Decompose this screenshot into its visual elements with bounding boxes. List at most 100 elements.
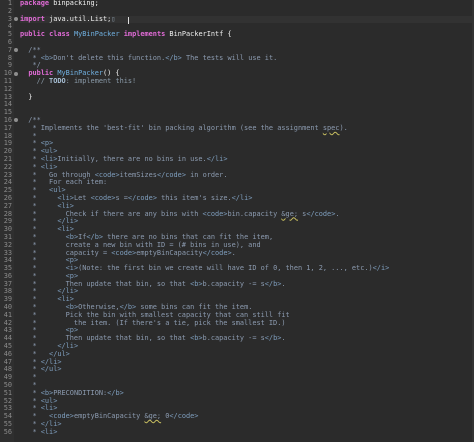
code-token: * bbox=[20, 162, 41, 171]
fold-marker-slot bbox=[14, 0, 18, 8]
code-token: BinPackerIntf bbox=[169, 30, 224, 39]
code-token: binpacking; bbox=[49, 0, 99, 7]
code-line[interactable]: } bbox=[20, 92, 474, 102]
code-area[interactable]: package binpacking; import java.util.List… bbox=[18, 0, 474, 442]
code-token: </b> bbox=[119, 303, 137, 312]
code-token: <b> bbox=[190, 334, 203, 343]
fold-toggle-icon[interactable] bbox=[14, 48, 18, 53]
code-line[interactable]: * <li>Initially, there are no bins in us… bbox=[20, 155, 474, 164]
code-token: in order. bbox=[185, 170, 228, 179]
fold-marker-slot bbox=[14, 148, 18, 156]
code-token: (Note: the first bin we create will have… bbox=[78, 264, 373, 273]
code-token: The tests will use it. bbox=[181, 53, 278, 62]
code-editor[interactable]: 1 2 3 4 5 6 7 8 9 10 11 12 13 14 15 16 17 18 19 20 21 22 23 24 2… bbox=[0, 0, 474, 442]
code-line[interactable]: * <code>emptyBinCapacity &ge; 0</code> bbox=[20, 412, 474, 421]
code-line[interactable]: * </li> bbox=[20, 420, 474, 429]
code-token: class bbox=[49, 30, 70, 39]
code-line[interactable]: * </ul> bbox=[20, 349, 474, 359]
code-line[interactable]: * bbox=[20, 132, 474, 141]
code-line[interactable] bbox=[20, 39, 474, 47]
code-line[interactable]: * <i>(Note: the first bin we create will… bbox=[20, 264, 474, 273]
code-token: MyBinPacker bbox=[73, 30, 120, 39]
code-line[interactable]: import java.util.List;▯ bbox=[20, 14, 474, 24]
code-token: * bbox=[20, 349, 50, 358]
code-token: </li> bbox=[57, 287, 79, 296]
code-line[interactable]: * For each item: bbox=[20, 178, 474, 187]
code-token: // bbox=[20, 76, 50, 85]
code-line[interactable] bbox=[20, 101, 474, 109]
code-token: /** bbox=[20, 45, 41, 54]
fold-marker-slot bbox=[14, 117, 18, 125]
code-token: <li> bbox=[57, 225, 74, 234]
code-line[interactable]: * </li> bbox=[20, 288, 474, 296]
code-token: * bbox=[20, 287, 58, 296]
code-token: * bbox=[20, 186, 50, 195]
code-token: <code> bbox=[49, 412, 74, 421]
code-line[interactable]: public class MyBinPacker implements BinP… bbox=[20, 30, 474, 39]
code-line[interactable]: * Then update that bin, so that <b>b.cap… bbox=[20, 334, 474, 343]
fold-marker-slot bbox=[14, 273, 18, 281]
code-token: <li> bbox=[57, 193, 74, 202]
code-token: /** bbox=[20, 115, 41, 124]
line-number-gutter: 1 2 3 4 5 6 7 8 9 10 11 12 13 14 15 16 17 18 19 20 21 22 23 24 2… bbox=[0, 0, 14, 442]
code-line[interactable]: * <p> bbox=[20, 139, 474, 148]
fold-marker-slot bbox=[14, 70, 18, 78]
code-token: </b> bbox=[264, 334, 282, 343]
fold-marker-slot bbox=[14, 8, 18, 16]
code-line[interactable]: * capacity = <code>emptyBinCapacity</cod… bbox=[20, 248, 474, 258]
fold-marker-slot bbox=[14, 47, 18, 55]
code-token: import bbox=[20, 14, 45, 23]
code-line[interactable]: * <b>Don't delete this function.</b> The… bbox=[20, 53, 474, 63]
code-line[interactable]: // TODO: implement this! bbox=[20, 76, 474, 86]
fold-marker-slot bbox=[14, 359, 18, 367]
code-line[interactable]: * <li> bbox=[20, 427, 474, 437]
code-line[interactable]: * bbox=[20, 373, 474, 382]
code-token: * bbox=[20, 225, 58, 234]
code-token: <li> bbox=[40, 427, 58, 436]
fold-toggle-icon[interactable] bbox=[14, 17, 18, 22]
code-line[interactable]: package binpacking; bbox=[20, 0, 474, 8]
code-line[interactable]: * <ul> bbox=[20, 397, 474, 406]
code-token: emptyBinCapacity bbox=[73, 412, 145, 421]
code-token: </code> bbox=[202, 248, 232, 257]
code-line[interactable]: * <b>PRECONDITION:</b> bbox=[20, 389, 474, 398]
code-line[interactable]: * Then update that bin, so that <b>b.cap… bbox=[20, 279, 474, 289]
code-line[interactable]: * Implements the 'best-fit' bin packing … bbox=[20, 124, 474, 133]
code-token: <ul> bbox=[40, 147, 58, 156]
code-token: * bbox=[20, 404, 41, 413]
code-token: MyBinPacker bbox=[57, 69, 104, 78]
code-token: * bbox=[20, 412, 50, 421]
fold-marker-slot bbox=[14, 429, 18, 437]
code-token: <code> bbox=[202, 209, 228, 218]
code-token: ▯ bbox=[111, 14, 116, 23]
code-line[interactable]: * </ul> bbox=[20, 366, 474, 374]
code-line[interactable] bbox=[20, 86, 474, 94]
code-token: } bbox=[20, 92, 33, 101]
code-token: */ bbox=[20, 61, 41, 70]
code-line[interactable]: * Check if there are any bins with <code… bbox=[20, 209, 474, 219]
code-token: * capacity = bbox=[20, 248, 112, 257]
code-line[interactable] bbox=[20, 109, 474, 117]
fold-marker-slot bbox=[14, 55, 18, 63]
code-line[interactable]: * the item. (If there's a tie, pick the … bbox=[20, 318, 474, 328]
fold-toggle-icon[interactable] bbox=[14, 71, 18, 76]
code-token: <b> bbox=[65, 232, 79, 241]
code-token: * bbox=[20, 264, 66, 273]
code-token: </code> bbox=[306, 209, 336, 218]
code-token: . bbox=[231, 248, 236, 257]
code-token: <p> bbox=[65, 271, 79, 280]
code-line[interactable]: * </li> bbox=[20, 358, 474, 367]
fold-marker-slot bbox=[14, 351, 18, 359]
code-token: * bbox=[20, 326, 66, 335]
code-token: <b> bbox=[190, 279, 203, 288]
code-token: * create a new bin with ID = (# bins in … bbox=[20, 240, 261, 249]
code-token: <b> bbox=[40, 53, 54, 62]
code-line[interactable]: * </li> bbox=[20, 342, 474, 351]
code-token: <ul> bbox=[49, 186, 66, 195]
code-line[interactable]: * <li>Let <code>s =</code> this item's s… bbox=[20, 193, 474, 203]
fold-toggle-icon[interactable] bbox=[14, 118, 18, 123]
code-token: () { bbox=[103, 69, 120, 78]
fold-marker-slot bbox=[14, 421, 18, 429]
code-line[interactable]: * </li> bbox=[20, 217, 474, 226]
code-token: * the item. (If there's a tie, pick the … bbox=[20, 318, 286, 327]
